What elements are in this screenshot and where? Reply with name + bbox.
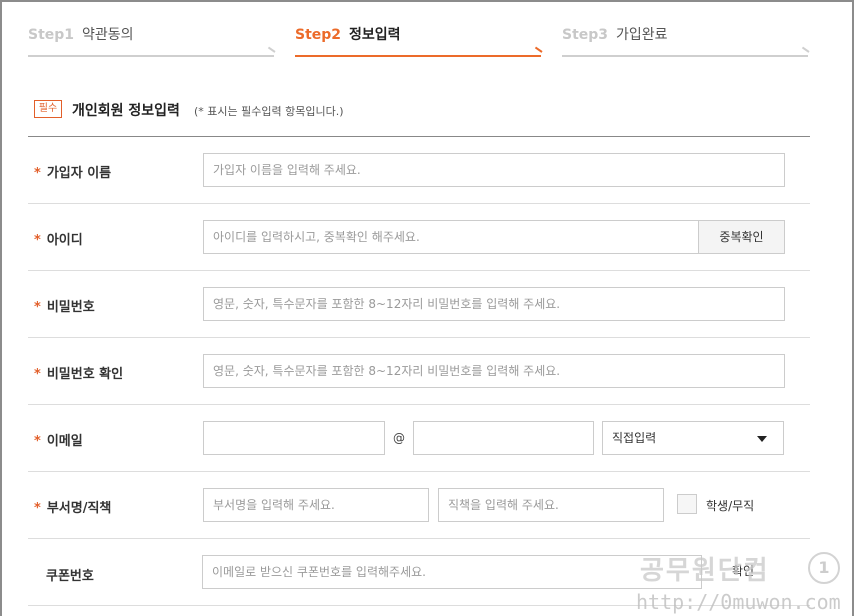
student-unemployed-label: 학생/무직 xyxy=(706,499,755,513)
required-mark: * xyxy=(34,434,41,449)
step-1-progress-line xyxy=(28,55,274,57)
name-input[interactable]: 가입자 이름을 입력해 주세요. xyxy=(203,153,785,187)
password-confirm-label: * 비밀번호 확인 xyxy=(34,367,124,382)
step-1-number: Step1 xyxy=(28,27,75,43)
email-domain-select-value: 직접입력 xyxy=(612,431,657,445)
row-divider xyxy=(28,404,810,405)
required-mark: * xyxy=(34,501,41,516)
watermark-url: http://0muwon.com xyxy=(636,590,841,614)
id-label: * 아이디 xyxy=(34,233,83,248)
step-3-progress-line xyxy=(562,55,808,57)
coupon-label: 쿠폰번호 xyxy=(46,569,94,584)
chevron-down-icon xyxy=(757,436,767,442)
row-divider xyxy=(28,538,810,539)
section-note: (* 표시는 필수입력 항목입니다.) xyxy=(194,105,344,118)
row-divider xyxy=(28,203,810,204)
password-input[interactable]: 영문, 숫자, 특수문자를 포함한 8~12자리 비밀번호를 입력해 주세요. xyxy=(203,287,785,321)
row-divider xyxy=(28,270,810,271)
section-divider xyxy=(28,136,810,137)
name-label: * 가입자 이름 xyxy=(34,166,112,181)
step-3-number: Step3 xyxy=(562,27,609,43)
row-divider xyxy=(28,471,810,472)
watermark-title: 공무원단컴 xyxy=(640,556,770,586)
step-1-label: 약관동의 xyxy=(82,27,134,43)
student-unemployed-checkbox[interactable] xyxy=(677,494,697,514)
row-divider xyxy=(28,337,810,338)
department-input[interactable]: 부서명을 입력해 주세요. xyxy=(203,488,429,522)
step-2-number: Step2 xyxy=(295,27,342,43)
step-2-label: 정보입력 xyxy=(349,27,401,43)
email-domain-select[interactable]: 직접입력 xyxy=(602,421,784,455)
department-label: * 부서명/직책 xyxy=(34,501,112,516)
required-mark: * xyxy=(34,367,41,382)
step-3-label: 가입완료 xyxy=(616,27,668,43)
password-confirm-input[interactable]: 영문, 숫자, 특수문자를 포함한 8~12자리 비밀번호를 입력해 주세요. xyxy=(203,354,785,388)
step-1: Step1 약관동의 xyxy=(28,24,274,60)
step-2-progress-line xyxy=(295,55,541,57)
at-sign: @ xyxy=(393,431,405,445)
email-domain-input[interactable] xyxy=(413,421,594,455)
section-title: 개인회원 정보입력 xyxy=(72,103,180,119)
required-mark: * xyxy=(34,166,41,181)
password-label: * 비밀번호 xyxy=(34,300,95,315)
required-mark: * xyxy=(34,233,41,248)
duplicate-check-button[interactable]: 중복확인 xyxy=(698,220,785,254)
step-3: Step3 가입완료 xyxy=(562,24,808,60)
email-label: * 이메일 xyxy=(34,434,83,449)
id-input[interactable]: 아이디를 입력하시고, 중복확인 해주세요. xyxy=(203,220,700,254)
step-2: Step2 정보입력 xyxy=(295,24,541,60)
watermark-logo: 1 xyxy=(808,552,840,584)
position-input[interactable]: 직책을 입력해 주세요. xyxy=(438,488,664,522)
required-badge: 필수 xyxy=(34,100,62,118)
coupon-input[interactable]: 이메일로 받으신 쿠폰번호를 입력해주세요. xyxy=(202,555,702,589)
required-mark: * xyxy=(34,300,41,315)
email-local-input[interactable] xyxy=(203,421,385,455)
